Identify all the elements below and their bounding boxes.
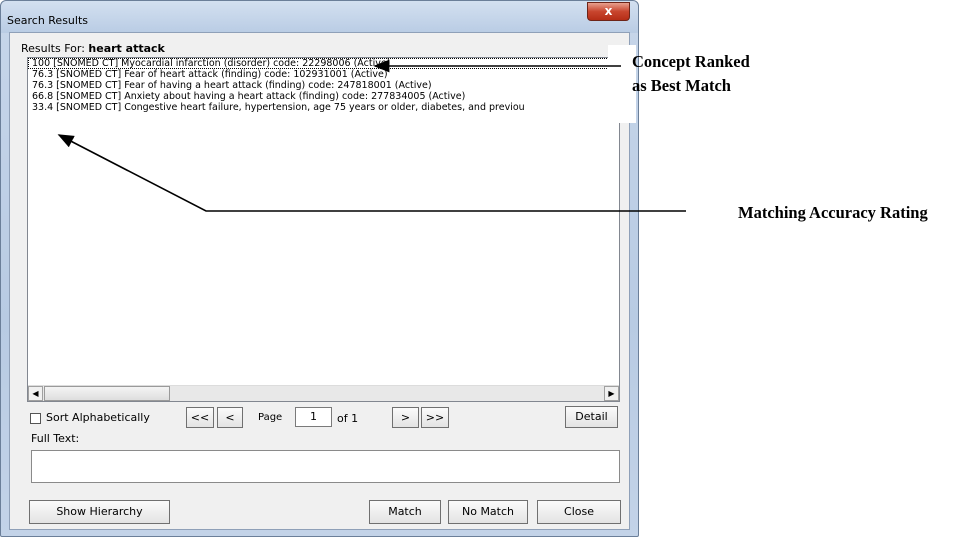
sort-alphabetically-label: Sort Alphabetically [46, 411, 150, 424]
first-page-button[interactable]: << [186, 407, 214, 428]
annotation-concept-ranked: Concept Ranked [632, 52, 750, 71]
last-page-button[interactable]: >> [421, 407, 449, 428]
show-hierarchy-button[interactable]: Show Hierarchy [29, 500, 170, 524]
close-button[interactable]: Close [537, 500, 621, 524]
search-query: heart attack [88, 42, 165, 55]
list-item[interactable]: 66.8 [SNOMED CT] Anxiety about having a … [28, 91, 619, 102]
list-item[interactable]: 76.3 [SNOMED CT] Fear of heart attack (f… [28, 69, 619, 80]
window-title: Search Results [7, 14, 89, 27]
scroll-left-icon[interactable]: ◀ [28, 386, 43, 401]
title-bar[interactable]: Search Results x [1, 1, 638, 33]
annotation-accuracy-rating: Matching Accuracy Rating [738, 203, 928, 222]
results-for-prefix: Results For: [21, 42, 85, 55]
results-for-label: Results For: heart attack [21, 42, 165, 55]
next-page-button[interactable]: > [392, 407, 419, 428]
match-button[interactable]: Match [369, 500, 441, 524]
list-item[interactable]: 100 [SNOMED CT] Myocardial infarction (d… [28, 58, 619, 69]
horizontal-scrollbar[interactable]: ◀ ▶ [28, 385, 619, 401]
detail-button[interactable]: Detail [565, 406, 618, 428]
scroll-thumb[interactable] [44, 386, 170, 401]
scroll-right-icon[interactable]: ▶ [604, 386, 619, 401]
list-item[interactable]: 76.3 [SNOMED CT] Fear of having a heart … [28, 80, 619, 91]
close-window-button[interactable]: x [587, 2, 630, 21]
previous-page-button[interactable]: < [217, 407, 243, 428]
page-count-label: of 1 [337, 412, 359, 425]
full-text-label: Full Text: [31, 432, 80, 445]
annotation-best-match: as Best Match [632, 76, 731, 95]
no-match-button[interactable]: No Match [448, 500, 528, 524]
full-text-field[interactable] [31, 450, 620, 483]
results-list[interactable]: 100 [SNOMED CT] Myocardial infarction (d… [27, 57, 620, 402]
page-label: Page [258, 412, 283, 423]
list-item[interactable]: 33.4 [SNOMED CT] Congestive heart failur… [28, 102, 619, 113]
sort-alphabetically-option[interactable]: Sort Alphabetically [30, 411, 150, 424]
page-number-input[interactable]: 1 [295, 407, 332, 427]
sort-alphabetically-checkbox[interactable] [30, 412, 41, 424]
